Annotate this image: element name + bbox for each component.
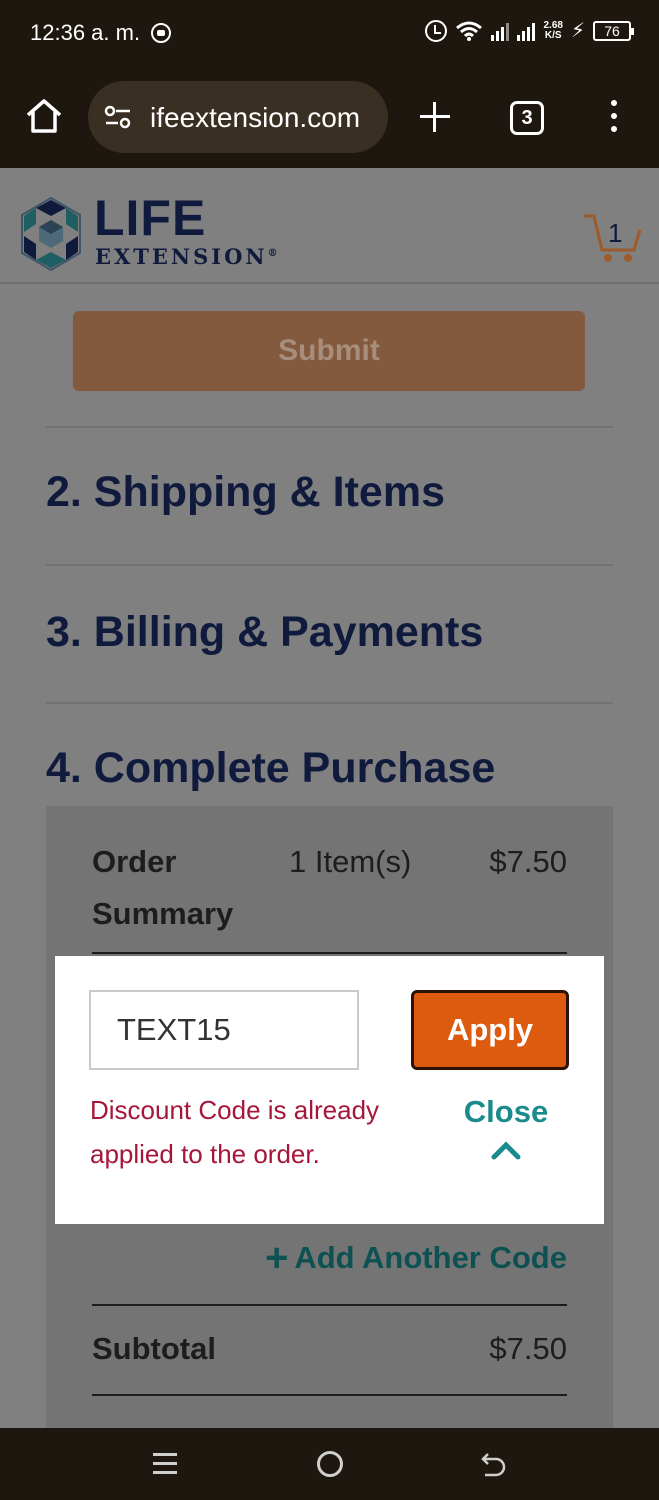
- divider: [92, 952, 567, 954]
- logo-text-life: LIFE: [94, 190, 207, 246]
- home-circle-icon[interactable]: [317, 1451, 343, 1477]
- alarm-icon: [425, 19, 448, 42]
- discount-code-input[interactable]: [89, 990, 359, 1070]
- chevron-up-icon: [491, 1141, 521, 1160]
- order-summary-label: Order Summary: [92, 844, 234, 931]
- signal-icon: [491, 21, 510, 41]
- step-complete-purchase[interactable]: 4. Complete Purchase: [46, 744, 495, 793]
- logo-extension-word: EXTENSION: [95, 244, 268, 269]
- close-label: Close: [463, 1094, 549, 1129]
- apply-button[interactable]: Apply: [411, 990, 569, 1070]
- new-tab-button[interactable]: [418, 100, 452, 134]
- back-icon[interactable]: [480, 1450, 508, 1478]
- signal-icon-2: [517, 21, 536, 41]
- recent-apps-icon[interactable]: [153, 1453, 177, 1475]
- order-total: $7.50: [489, 844, 567, 879]
- registered-mark: ®: [267, 248, 278, 259]
- home-icon[interactable]: [24, 98, 64, 134]
- tab-switcher-button[interactable]: 3: [510, 101, 544, 135]
- browser-menu-icon[interactable]: [606, 100, 622, 134]
- network-speed: 2.68 K/S: [543, 20, 562, 41]
- subtotal-value: $7.50: [489, 1331, 567, 1366]
- plus-icon: +: [264, 1236, 289, 1280]
- browser-toolbar: ifeextension.com 3: [0, 64, 659, 168]
- discount-error-message: Discount Code is already applied to the …: [90, 1095, 380, 1169]
- address-bar[interactable]: ifeextension.com: [88, 81, 388, 153]
- page-content: LIFE EXTENSION® 1 Submit 2. Shipping & I…: [0, 168, 659, 1428]
- status-icons: 2.68 K/S ⚡ 76: [425, 18, 634, 43]
- site-header: LIFE EXTENSION® 1: [0, 168, 659, 284]
- wifi-icon: [456, 21, 483, 41]
- battery-level: 76: [593, 20, 634, 41]
- divider: [92, 1394, 567, 1396]
- status-bar: 12:36 a. m. 2.68 K/S ⚡ 76: [0, 0, 659, 64]
- site-settings-icon[interactable]: [104, 105, 132, 129]
- screen-record-icon: [151, 23, 171, 43]
- life-extension-logo-icon[interactable]: [16, 196, 86, 272]
- add-another-code-link[interactable]: + Add Another Code: [265, 1236, 567, 1281]
- divider: [46, 702, 613, 704]
- submit-button[interactable]: Submit: [73, 311, 585, 391]
- cart-count: 1: [608, 218, 623, 248]
- divider: [46, 564, 613, 566]
- add-another-code-label: Add Another Code: [294, 1240, 567, 1275]
- divider: [46, 426, 613, 428]
- logo-text-extension: EXTENSION®: [95, 244, 278, 269]
- step-billing-payments[interactable]: 3. Billing & Payments: [46, 608, 483, 657]
- speed-unit: K/S: [544, 29, 562, 41]
- divider: [92, 1304, 567, 1306]
- url-text: ifeextension.com: [150, 102, 361, 133]
- system-navigation-bar: [0, 1428, 659, 1500]
- order-item-count: 1 Item(s): [289, 844, 412, 879]
- subtotal-label: Subtotal: [92, 1331, 216, 1366]
- charging-icon: ⚡: [570, 20, 585, 42]
- step-shipping-items[interactable]: 2. Shipping & Items: [46, 468, 445, 517]
- status-time: 12:36 a. m.: [30, 20, 141, 45]
- discount-code-panel: Apply Discount Code is already applied t…: [55, 956, 604, 1224]
- close-discount-link[interactable]: Close: [451, 1094, 561, 1160]
